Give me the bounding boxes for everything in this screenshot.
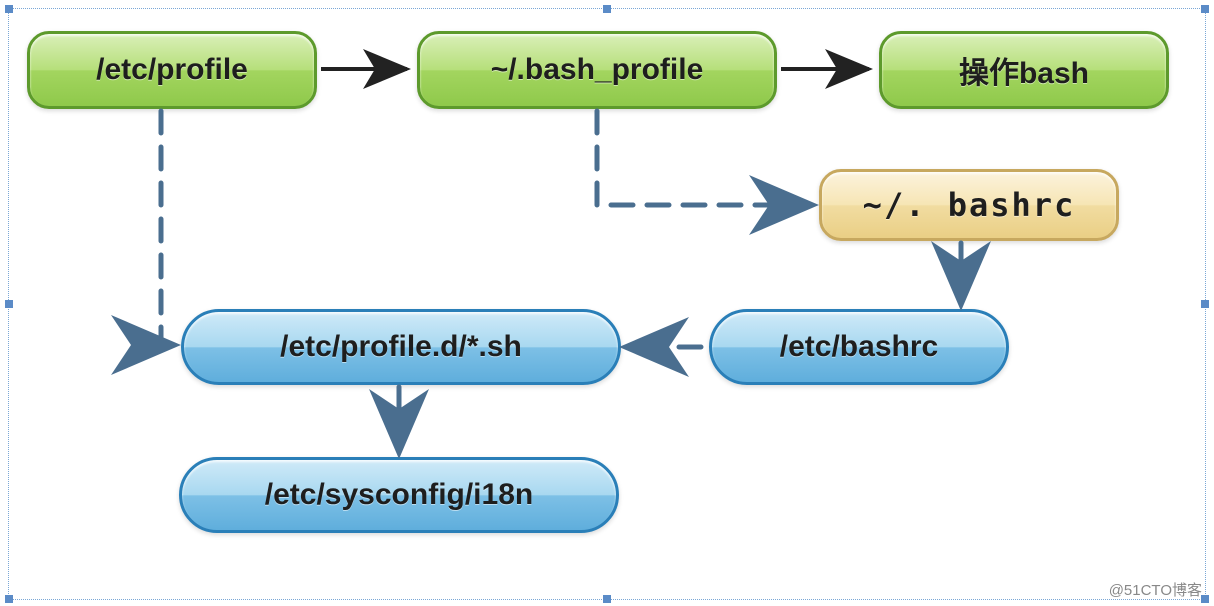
node-bash-profile: ~/.bash_profile (417, 31, 777, 109)
node-etc-profile: /etc/profile (27, 31, 317, 109)
node-home-bashrc: ~/. bashrc (819, 169, 1119, 241)
node-sysconfig-i18n: /etc/sysconfig/i18n (179, 457, 619, 533)
node-etc-bashrc: /etc/bashrc (709, 309, 1009, 385)
node-operate-bash: 操作bash (879, 31, 1169, 109)
diagram-canvas: /etc/profile ~/.bash_profile 操作bash ~/. … (8, 8, 1206, 600)
node-profile-d: /etc/profile.d/*.sh (181, 309, 621, 385)
watermark: @51CTO博客 (1109, 579, 1202, 600)
